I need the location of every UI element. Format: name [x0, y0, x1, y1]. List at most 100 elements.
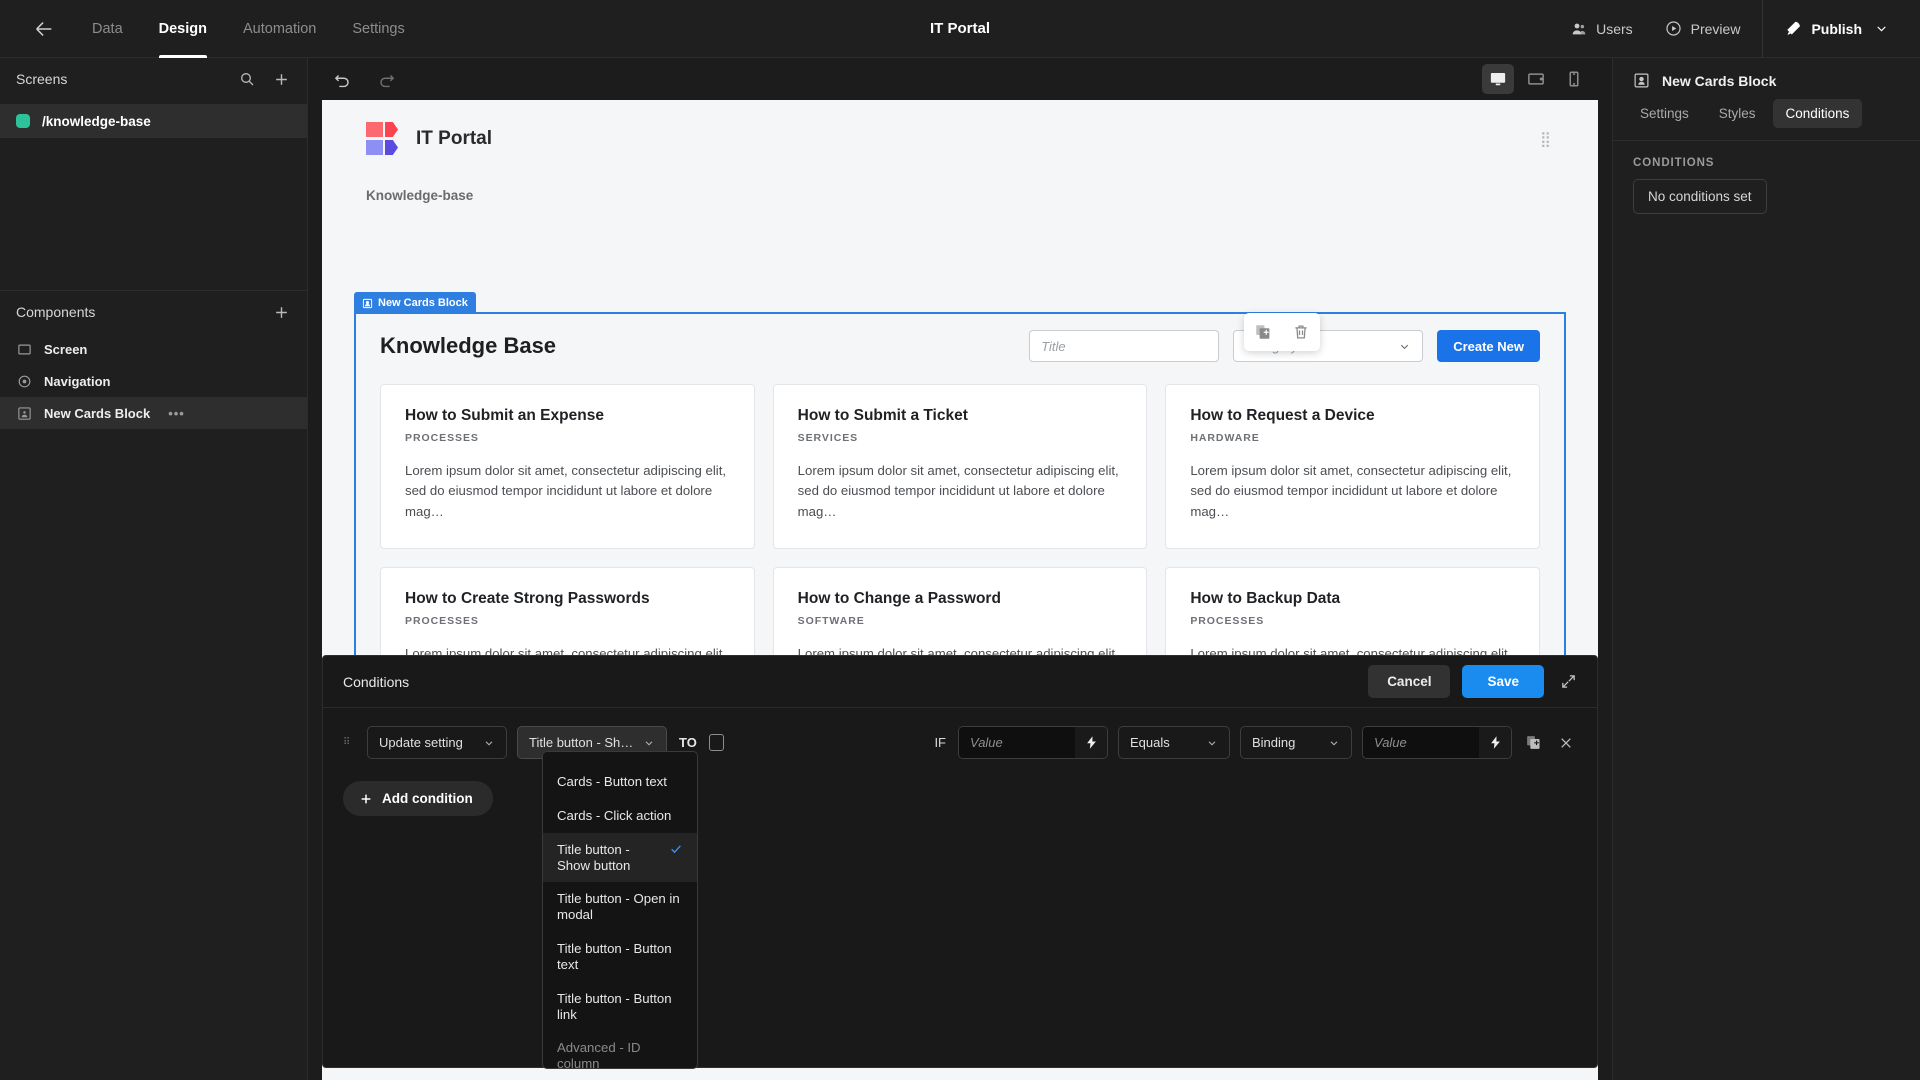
title-search-placeholder: Title: [1041, 338, 1066, 354]
card-item[interactable]: How to Request a Device HARDWARE Lorem i…: [1165, 384, 1540, 550]
card-title: How to Submit a Ticket: [797, 407, 968, 424]
lightning-icon: [1086, 736, 1096, 749]
delete-button[interactable]: [1292, 323, 1310, 341]
condition-action-select[interactable]: Update setting: [367, 726, 507, 759]
duplicate-button[interactable]: [1254, 323, 1272, 341]
right-panel: New Cards Block Settings Styles Conditio…: [1612, 58, 1920, 1080]
tab-design[interactable]: Design: [141, 0, 225, 58]
dropdown-item-cards-button-text[interactable]: Cards - Button text: [543, 765, 697, 799]
remove-condition-button[interactable]: [1555, 735, 1577, 751]
add-condition-button[interactable]: Add condition: [343, 781, 493, 816]
tab-settings[interactable]: Settings: [334, 0, 422, 58]
tablet-view-button[interactable]: [1520, 64, 1552, 94]
cancel-button[interactable]: Cancel: [1368, 665, 1451, 698]
dropdown-item-label: Title button - Button link: [557, 990, 672, 1022]
rocket-icon: [1787, 21, 1801, 35]
conditions-drawer-title: Conditions: [343, 673, 410, 690]
card-body: Lorem ipsum dolor sit amet, consectetur …: [405, 463, 727, 519]
create-new-label: Create New: [1453, 338, 1524, 354]
card-item[interactable]: How to Submit an Expense PROCESSES Lorem…: [380, 384, 755, 550]
right-value-binding-button[interactable]: [1479, 727, 1511, 758]
screen-status-dot: [16, 114, 30, 128]
duplicate-icon: [1527, 736, 1540, 749]
conditions-drawer-header: Conditions Cancel Save: [323, 656, 1597, 708]
card-category: PROCESSES: [405, 432, 479, 444]
users-icon: [1572, 23, 1586, 34]
card-item[interactable]: How to Submit a Ticket SERVICES Lorem ip…: [772, 384, 1148, 550]
trash-icon: [1295, 325, 1307, 339]
preview-button[interactable]: Preview: [1649, 0, 1757, 58]
dropdown-item-label: Title button - Show button: [557, 841, 631, 873]
no-conditions-button[interactable]: No conditions set: [1633, 179, 1767, 214]
chevron-down-icon: [1328, 737, 1340, 749]
redo-button[interactable]: [374, 67, 398, 91]
publish-button[interactable]: Publish: [1769, 0, 1902, 58]
tab-conditions[interactable]: Conditions: [1772, 99, 1863, 128]
sidebar-item-screen[interactable]: Screen: [0, 333, 307, 365]
dropdown-item-cards-click-action[interactable]: Cards - Click action: [543, 799, 697, 833]
title-search-input[interactable]: Title: [1029, 330, 1220, 362]
dropdown-item-advanced-id-column[interactable]: Advanced - ID column: [543, 1031, 697, 1069]
desktop-view-button[interactable]: [1482, 64, 1514, 94]
sidebar-item-navigation[interactable]: Navigation: [0, 365, 307, 397]
left-value-field[interactable]: Value: [958, 726, 1108, 759]
cards-block-title: Knowledge Base: [380, 333, 557, 358]
add-screen-button[interactable]: [271, 69, 291, 89]
right-value-field[interactable]: Value: [1362, 726, 1512, 759]
sidebar-item-knowledge-base[interactable]: /knowledge-base: [0, 104, 307, 138]
component-label: Navigation: [44, 373, 111, 389]
save-button[interactable]: Save: [1462, 665, 1544, 698]
search-screens-button[interactable]: [237, 69, 257, 89]
dropdown-item-title-button-show-button[interactable]: Title button - Show button: [543, 832, 697, 883]
add-component-button[interactable]: [271, 302, 291, 322]
tab-automation-label: Automation: [242, 20, 317, 37]
components-list: Screen Navigation New Cards Block •••: [0, 333, 307, 429]
duplicate-condition-button[interactable]: [1522, 734, 1545, 751]
device-preview-group: [1482, 64, 1590, 94]
source-type-select[interactable]: Binding: [1240, 726, 1352, 759]
sidebar-item-new-cards-block[interactable]: New Cards Block •••: [0, 397, 307, 429]
to-checkbox[interactable]: [708, 734, 724, 751]
tab-settings[interactable]: Settings: [1627, 99, 1702, 128]
card-body: Lorem ipsum dolor sit amet, consectetur …: [1190, 463, 1512, 519]
breadcrumb: Knowledge-base: [366, 188, 474, 203]
mobile-icon: [1569, 71, 1579, 87]
tab-styles[interactable]: Styles: [1706, 99, 1769, 128]
chevron-down-icon: [1398, 340, 1411, 353]
toolbar-divider: [1762, 0, 1764, 58]
top-bar: Data Design Automation Settings IT Porta…: [0, 0, 1920, 58]
left-value-input[interactable]: Value: [959, 727, 1075, 758]
dropdown-item-label: Advanced - ID column: [557, 1040, 641, 1069]
mobile-view-button[interactable]: [1558, 64, 1590, 94]
dropdown-item-title-button-open-in-modal[interactable]: Title button - Open in modal: [543, 882, 697, 932]
chevron-down-icon: [483, 737, 495, 749]
right-panel-tabs: Settings Styles Conditions: [1613, 89, 1920, 140]
condition-drag-handle[interactable]: ⠿: [343, 738, 355, 748]
cards-block-header: Knowledge Base Title Category Create New: [356, 314, 1564, 374]
plus-icon: [275, 306, 287, 318]
dropdown-item-title-button-button-text[interactable]: Title button - Button text: [543, 932, 697, 982]
to-label: TO: [679, 735, 697, 750]
card-title: How to Create Strong Passwords: [405, 590, 650, 608]
drag-handle-icon[interactable]: ⣿: [1540, 132, 1554, 147]
dropdown-item-title-button-button-link[interactable]: Title button - Button link: [543, 982, 697, 1032]
navigation-icon: [16, 373, 33, 390]
screens-list: /knowledge-base: [0, 100, 307, 138]
card-title: How to Change a Password: [797, 590, 1001, 608]
expand-drawer-button[interactable]: [1556, 673, 1577, 690]
undo-button[interactable]: [330, 67, 354, 91]
right-value-input[interactable]: Value: [1363, 727, 1479, 758]
plus-icon: [275, 73, 287, 85]
duplicate-icon: [1256, 325, 1270, 339]
operator-select[interactable]: Equals: [1118, 726, 1230, 759]
component-more-button[interactable]: •••: [168, 406, 185, 421]
create-new-button[interactable]: Create New: [1437, 330, 1540, 362]
top-bar-actions: Users Preview Publish: [1555, 0, 1920, 58]
tab-data[interactable]: Data: [74, 0, 141, 58]
back-button[interactable]: [22, 7, 66, 51]
left-value-binding-button[interactable]: [1075, 727, 1107, 758]
card-body: Lorem ipsum dolor sit amet, consectetur …: [797, 463, 1119, 519]
users-button[interactable]: Users: [1555, 0, 1649, 58]
tab-automation[interactable]: Automation: [225, 0, 334, 58]
if-label: IF: [934, 735, 946, 750]
